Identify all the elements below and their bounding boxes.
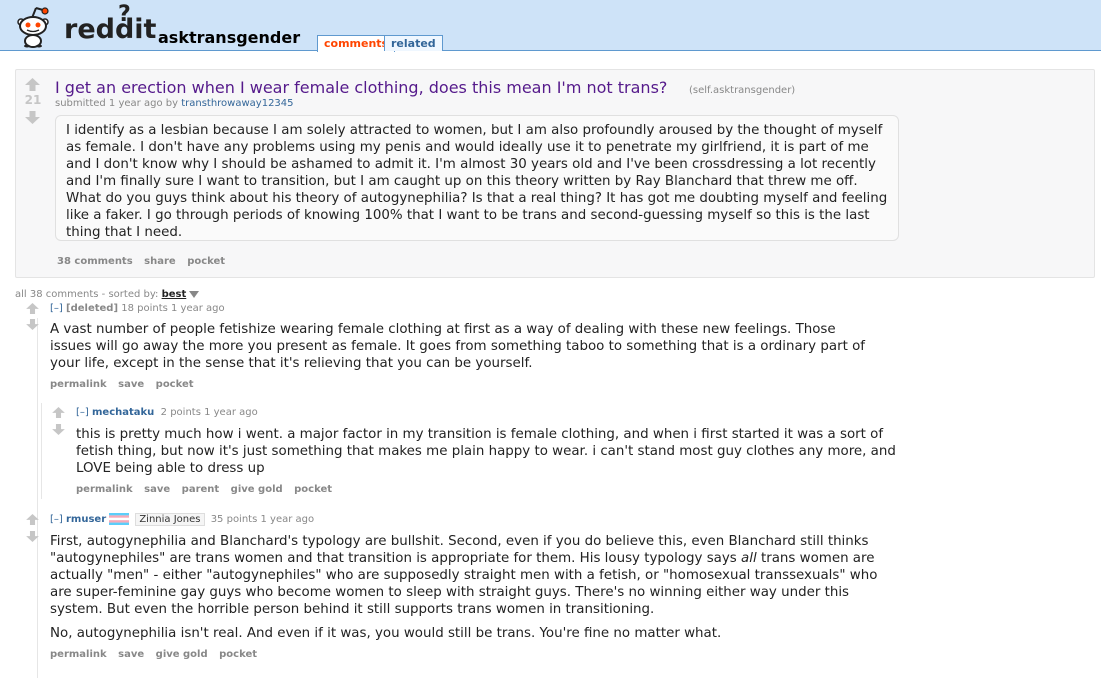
post-buttons: 38 comments share pocket	[57, 256, 233, 267]
reddit-logo[interactable]: reddit ?	[14, 2, 156, 48]
comment-buttons: permalink save parent give gold pocket	[76, 484, 340, 495]
comment-paragraph: A vast number of people fetishize wearin…	[50, 322, 865, 371]
comment-paragraph: this is pretty much how i went. a major …	[76, 427, 896, 476]
give-gold-button[interactable]: give gold	[231, 484, 283, 495]
permalink-button[interactable]: permalink	[50, 649, 107, 660]
post-author-link[interactable]: transthrowaway12345	[181, 98, 293, 109]
permalink-button[interactable]: permalink	[76, 484, 133, 495]
selftext-body: I identify as a lesbian because I am sol…	[66, 123, 888, 240]
alien-icon	[17, 7, 49, 48]
pocket-button[interactable]: pocket	[156, 379, 194, 390]
comment-buttons: permalink save pocket	[50, 379, 202, 390]
comment-buttons: permalink save give gold pocket	[50, 649, 265, 660]
sort-dropdown[interactable]: best	[162, 289, 187, 300]
subreddit-name[interactable]: asktransgender	[158, 28, 300, 47]
comment-tagline: [–] mechataku 2 points 1 year ago	[76, 407, 258, 418]
pocket-button[interactable]: pocket	[219, 649, 257, 660]
post-tagline: submitted 1 year ago by transthrowaway12…	[55, 98, 294, 109]
upvote-arrow-icon[interactable]	[26, 514, 40, 526]
post-title[interactable]: I get an erection when I wear female clo…	[55, 78, 667, 97]
user-flair: Zinnia Jones	[135, 513, 205, 526]
collapse-toggle[interactable]: [–]	[50, 303, 63, 314]
thread-line	[37, 318, 38, 678]
comment-body: this is pretty much how i went. a major …	[76, 426, 921, 484]
tagline-prefix: submitted 1 year ago by	[55, 98, 179, 109]
sort-prefix: all 38 comments - sorted by:	[15, 289, 159, 300]
logo-wordmark: reddit	[64, 14, 157, 45]
save-button[interactable]: save	[118, 379, 144, 390]
comment-paragraph: First, autogynephilia and Blanchard's ty…	[50, 534, 878, 617]
downvote-arrow-icon[interactable]	[25, 111, 40, 124]
tab-related[interactable]: related	[384, 35, 443, 51]
share-button[interactable]: share	[144, 256, 176, 267]
give-gold-button[interactable]: give gold	[156, 649, 208, 660]
comment-author[interactable]: mechataku	[92, 407, 154, 418]
comment-sort-bar: all 38 comments - sorted by: best	[15, 289, 200, 300]
comment-tagline: [–] [deleted] 18 points 1 year ago	[50, 303, 225, 314]
save-button[interactable]: save	[144, 484, 170, 495]
comment-author: [deleted]	[66, 303, 119, 314]
save-button[interactable]: save	[118, 649, 144, 660]
comment-tagline: [–] rmuser Zinnia Jones 35 points 1 year…	[50, 513, 314, 526]
collapse-toggle[interactable]: [–]	[50, 514, 63, 525]
site-header: reddit ? asktransgender comments related	[0, 0, 1101, 52]
logo-question-mark: ?	[118, 2, 131, 27]
post-selftext: I identify as a lesbian because I am sol…	[55, 115, 899, 241]
downvote-arrow-icon[interactable]	[26, 319, 40, 331]
comment-paragraph: No, autogynephilia isn't real. And even …	[50, 626, 722, 641]
collapse-toggle[interactable]: [–]	[76, 407, 89, 418]
parent-button[interactable]: parent	[182, 484, 220, 495]
post-score: 21	[24, 93, 42, 107]
upvote-arrow-icon[interactable]	[25, 78, 40, 91]
trans-flag-icon	[109, 513, 130, 525]
post-domain[interactable]: (self.asktransgender)	[689, 85, 795, 96]
upvote-arrow-icon[interactable]	[52, 407, 66, 419]
comment-author[interactable]: rmuser	[66, 514, 106, 525]
comment-body: First, autogynephilia and Blanchard's ty…	[50, 533, 900, 649]
pocket-button[interactable]: pocket	[187, 256, 225, 267]
comment-meta: 18 points 1 year ago	[121, 303, 225, 314]
upvote-arrow-icon[interactable]	[26, 303, 40, 315]
comment-meta: 2 points 1 year ago	[160, 407, 258, 418]
chevron-down-icon[interactable]	[189, 290, 200, 298]
pocket-button[interactable]: pocket	[294, 484, 332, 495]
downvote-arrow-icon[interactable]	[52, 424, 66, 436]
comment-body: A vast number of people fetishize wearin…	[50, 321, 880, 379]
permalink-button[interactable]: permalink	[50, 379, 107, 390]
thread-line	[41, 403, 42, 499]
comments-link[interactable]: 38 comments	[57, 256, 133, 267]
comment-meta: 35 points 1 year ago	[210, 514, 315, 525]
downvote-arrow-icon[interactable]	[26, 531, 40, 543]
